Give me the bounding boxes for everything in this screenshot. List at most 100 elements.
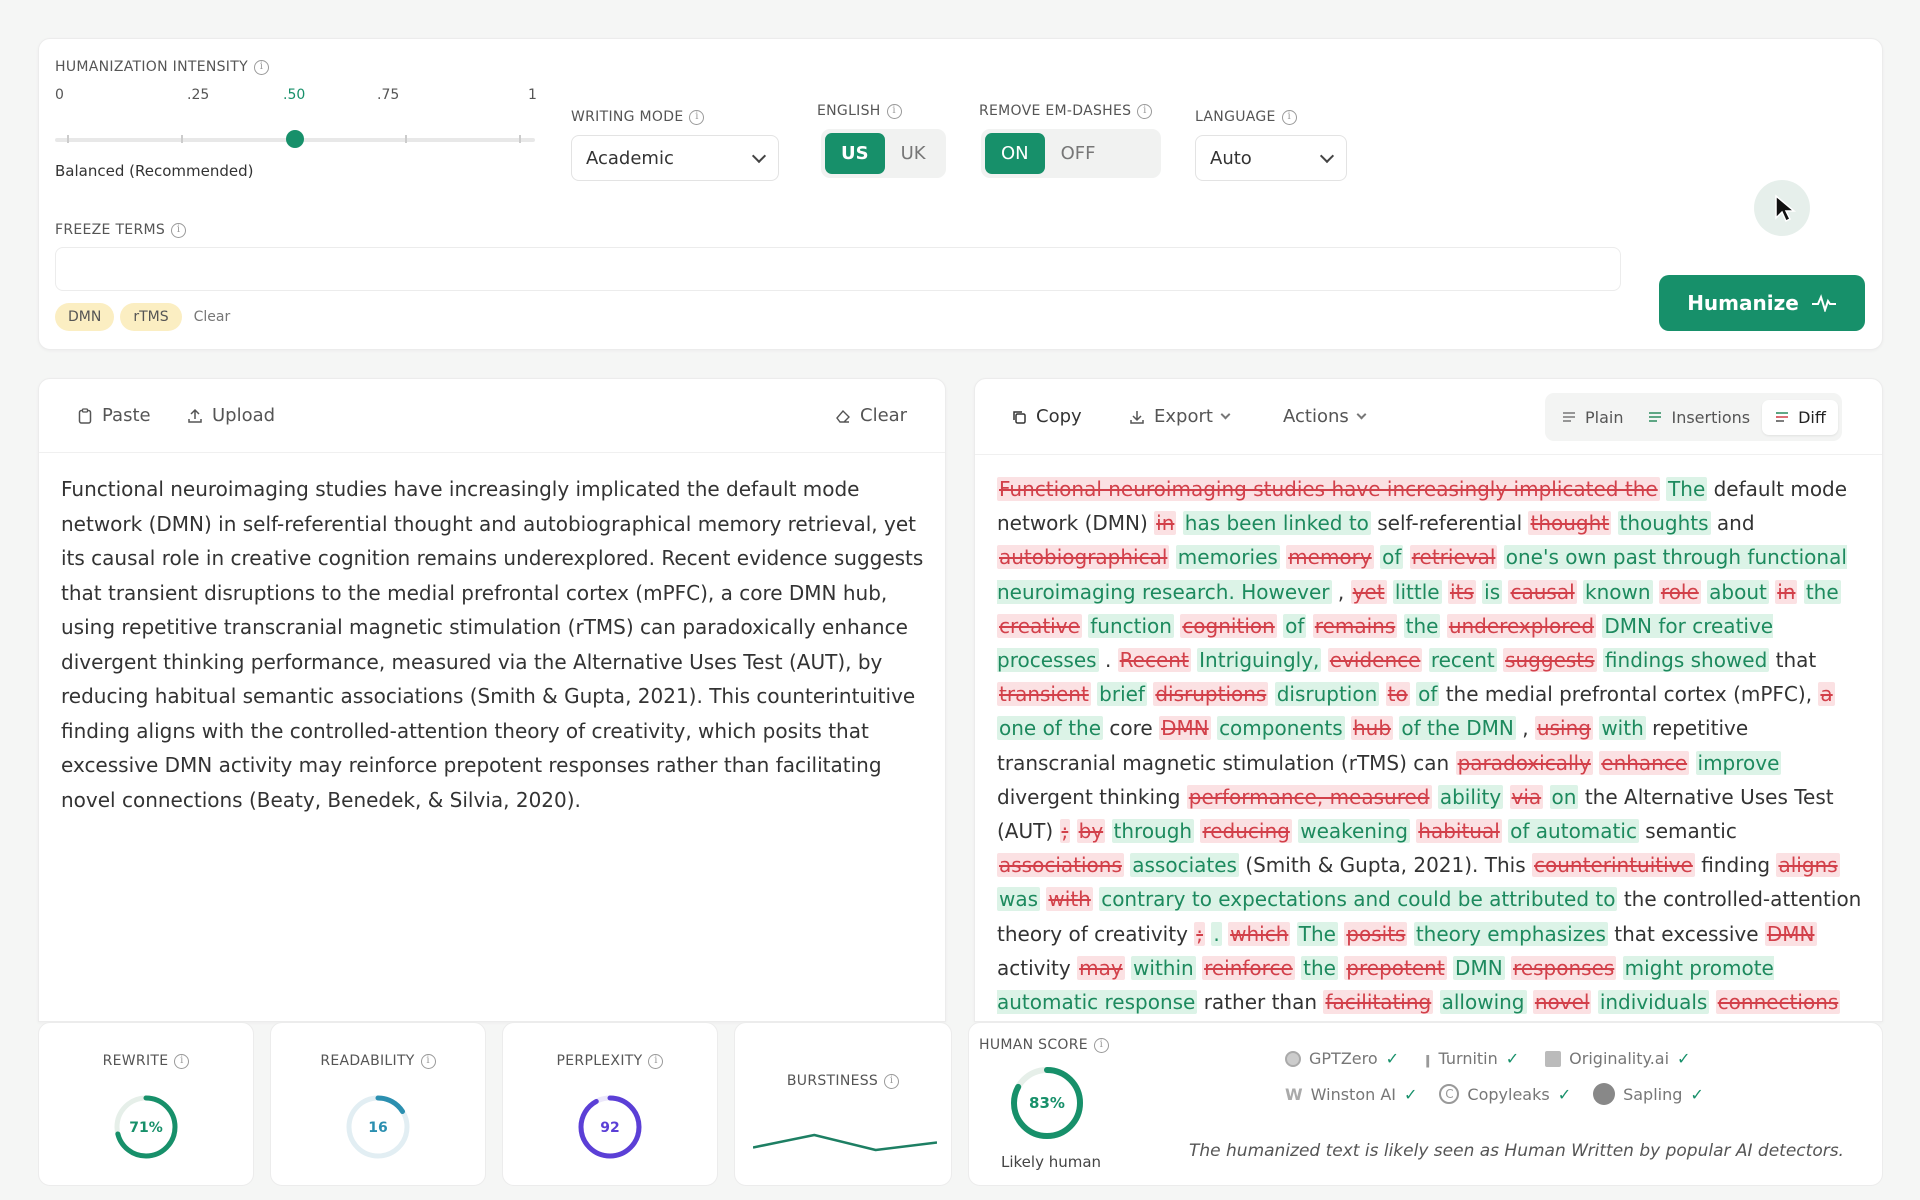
info-icon[interactable]: i: [886, 103, 902, 119]
inserted-text: of: [1380, 545, 1404, 570]
deleted-text: autobiographical: [997, 545, 1170, 570]
info-icon[interactable]: i: [1137, 103, 1153, 119]
output-panel: Copy Export Actions Plain Insertions Dif…: [974, 378, 1883, 1022]
view-plain-tab[interactable]: Plain: [1549, 408, 1635, 427]
language-select[interactable]: Auto: [1195, 135, 1347, 181]
slider-thumb[interactable]: [286, 130, 304, 148]
inserted-text: components: [1217, 716, 1345, 741]
copy-button[interactable]: Copy: [1011, 406, 1082, 427]
deleted-text: creative: [997, 613, 1082, 638]
inserted-text: The: [1666, 477, 1708, 501]
input-text[interactable]: Functional neuroimaging studies have inc…: [61, 472, 931, 817]
deleted-text: its: [1447, 579, 1476, 604]
settings-panel: HUMANIZATION INTENSITY i 0 .25 .50 .75 1 …: [38, 38, 1883, 350]
info-icon[interactable]: i: [171, 222, 187, 238]
unchanged-text: .: [1104, 648, 1112, 673]
view-plain-label: Plain: [1585, 407, 1624, 427]
freeze-terms-label: FREEZE TERMS i: [55, 222, 187, 238]
freeze-terms-input[interactable]: [55, 247, 1621, 291]
unchanged-text: core: [1109, 716, 1153, 741]
rewrite-label: REWRITE i: [39, 1053, 253, 1069]
deleted-text: retrieval: [1409, 545, 1498, 570]
intensity-ticks: 0 .25 .50 .75 1: [55, 87, 537, 107]
info-icon[interactable]: i: [689, 109, 705, 125]
writing-mode-value: Academic: [586, 147, 674, 169]
humanize-button[interactable]: Humanize: [1659, 275, 1865, 331]
check-icon: ✓: [1385, 1049, 1400, 1068]
inserted-text: of the DMN: [1399, 716, 1516, 741]
deleted-text: hub: [1351, 716, 1394, 741]
upload-button[interactable]: Upload: [187, 405, 275, 426]
unchanged-text: divergent thinking: [997, 784, 1181, 809]
pulse-icon: [1811, 294, 1836, 312]
clipboard-icon: [78, 407, 92, 424]
info-icon[interactable]: i: [1093, 1037, 1109, 1053]
rewrite-value: 71%: [129, 1120, 163, 1136]
tick-label: 0: [55, 87, 64, 103]
view-insertions-tab[interactable]: Insertions: [1635, 408, 1762, 427]
metric-burstiness: BURSTINESS i: [734, 1022, 952, 1186]
info-icon[interactable]: i: [420, 1053, 436, 1069]
cursor-icon: [1754, 180, 1810, 236]
export-menu[interactable]: Export: [1129, 406, 1231, 427]
check-icon: ✓: [1690, 1084, 1704, 1104]
inserted-text: recent: [1428, 648, 1497, 673]
em-dash-on-option[interactable]: ON: [985, 133, 1045, 174]
inserted-text: contrary to expectations and could be at…: [1099, 887, 1618, 912]
detector-winston: W Winston AI ✓: [1285, 1083, 1417, 1105]
deleted-text: which: [1228, 921, 1291, 946]
info-icon[interactable]: i: [648, 1053, 664, 1069]
metric-readability: READABILITY i 16: [270, 1022, 486, 1186]
view-diff-tab[interactable]: Diff: [1762, 399, 1838, 435]
view-toggle: Plain Insertions Diff: [1545, 393, 1842, 441]
inserted-text: memories: [1175, 545, 1280, 570]
view-insertions-label: Insertions: [1671, 407, 1751, 427]
download-icon: [1130, 410, 1144, 424]
term-chip[interactable]: DMN: [55, 303, 115, 331]
deleted-text: in: [1154, 511, 1177, 536]
em-dash-off-option[interactable]: OFF: [1045, 133, 1112, 174]
inserted-text: brief: [1097, 682, 1147, 707]
readability-label: READABILITY i: [271, 1053, 485, 1069]
info-icon[interactable]: i: [174, 1053, 190, 1069]
term-chip[interactable]: rTMS: [120, 303, 182, 331]
info-icon[interactable]: i: [884, 1073, 900, 1089]
unchanged-text: semantic: [1645, 819, 1737, 844]
inserted-text: little: [1392, 579, 1442, 604]
english-us-option[interactable]: US: [825, 133, 885, 174]
clear-terms-link[interactable]: Clear: [194, 309, 231, 325]
perplexity-ring: 92: [578, 1095, 642, 1159]
deleted-text: posits: [1344, 921, 1408, 946]
inserted-text: on: [1549, 784, 1579, 809]
intensity-slider[interactable]: [55, 130, 535, 148]
deleted-text: reinforce: [1202, 955, 1295, 980]
inserted-text: the: [1403, 613, 1441, 638]
check-icon: ✓: [1505, 1049, 1520, 1068]
english-uk-option[interactable]: UK: [885, 133, 942, 174]
info-icon[interactable]: i: [1281, 109, 1297, 125]
inserted-text: theory emphasizes: [1413, 921, 1608, 946]
metric-rewrite: REWRITE i 71%: [38, 1022, 254, 1186]
deleted-text: responses: [1511, 955, 1617, 980]
deleted-text: counterintuitive: [1532, 853, 1695, 878]
rewrite-ring: 71%: [114, 1095, 178, 1159]
deleted-text: with: [1046, 887, 1093, 912]
clear-input-button[interactable]: Clear: [835, 405, 907, 426]
deleted-text: enhance: [1599, 750, 1690, 775]
inserted-text: was: [997, 887, 1041, 912]
language-label: LANGUAGE i: [1195, 109, 1297, 125]
deleted-text: underexplored: [1446, 613, 1597, 638]
info-icon[interactable]: i: [253, 59, 269, 75]
paste-button[interactable]: Paste: [77, 405, 151, 426]
diff-output[interactable]: Functional neuroimaging studies have inc…: [997, 472, 1865, 1021]
writing-mode-select[interactable]: Academic: [571, 135, 779, 181]
deleted-text: in: [1775, 579, 1798, 604]
actions-menu[interactable]: Actions: [1283, 406, 1367, 427]
chevron-down-icon: [751, 148, 767, 163]
gptzero-logo-icon: [1285, 1050, 1301, 1067]
burstiness-label: BURSTINESS i: [735, 1073, 951, 1089]
copy-label: Copy: [1036, 406, 1082, 427]
deleted-text: yet: [1350, 579, 1387, 604]
deleted-text: aligns: [1776, 853, 1840, 878]
deleted-text: may: [1077, 955, 1125, 980]
